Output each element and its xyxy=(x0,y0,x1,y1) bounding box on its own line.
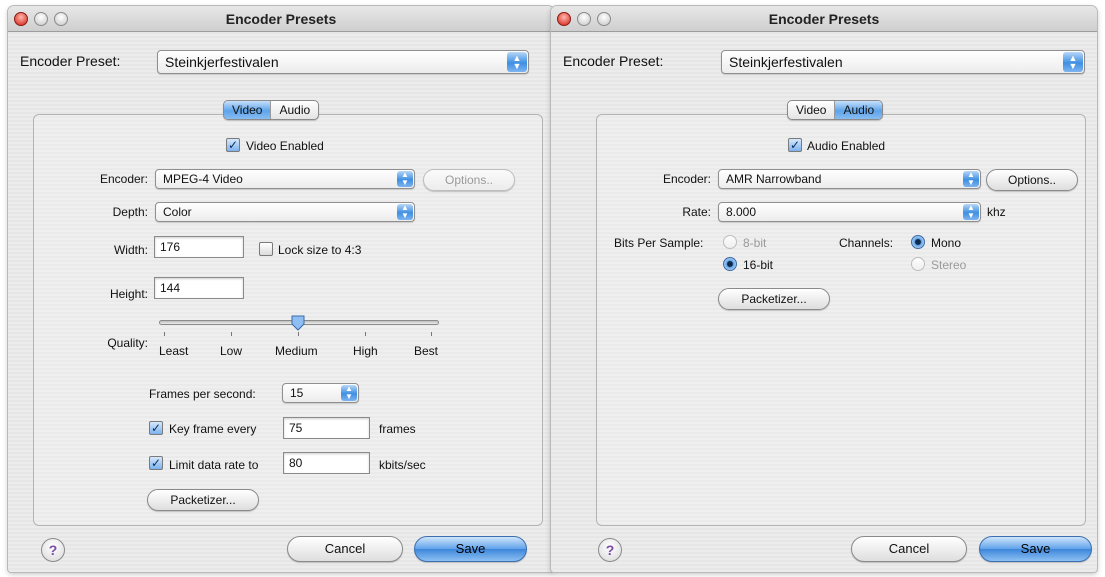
encoder-presets-window-video: Encoder Presets Encoder Preset: Steinkje… xyxy=(8,6,554,572)
audio-options-button[interactable]: Options.. xyxy=(986,169,1078,191)
audio-enabled-label: Audio Enabled xyxy=(807,139,886,153)
popup-arrows-icon: ▲ ▼ xyxy=(341,385,357,401)
zoom-button[interactable] xyxy=(597,12,611,26)
quality-tick xyxy=(298,332,299,336)
popup-arrows-icon: ▲ ▼ xyxy=(507,52,527,72)
encoder-label: Encoder: xyxy=(662,172,711,186)
quality-tick xyxy=(431,332,432,336)
quality-mark-high: High xyxy=(353,344,378,358)
limit-data-rate-field[interactable]: 80 xyxy=(283,452,370,474)
encoder-preset-popup[interactable]: Steinkjerfestivalen ▲ ▼ xyxy=(157,50,529,74)
height-label: Height: xyxy=(109,287,148,301)
limit-data-rate-unit: kbits/sec xyxy=(379,458,426,472)
mono-label: Mono xyxy=(931,236,962,250)
close-button[interactable] xyxy=(557,12,571,26)
quality-mark-medium: Medium xyxy=(275,344,318,358)
lock-size-label: Lock size to 4:3 xyxy=(278,243,362,257)
encoder-preset-value: Steinkjerfestivalen xyxy=(165,54,279,70)
save-button[interactable]: Save xyxy=(979,536,1092,562)
tab-video[interactable]: Video xyxy=(224,101,271,119)
width-field[interactable]: 176 xyxy=(154,236,244,258)
popup-arrows-icon: ▲ ▼ xyxy=(963,171,979,187)
keyframe-field[interactable]: 75 xyxy=(283,417,370,439)
bits-8-radio[interactable] xyxy=(723,235,737,249)
popup-arrows-icon: ▲ ▼ xyxy=(963,204,979,220)
video-encoder-value: MPEG-4 Video xyxy=(163,172,243,186)
mono-radio[interactable] xyxy=(911,235,925,249)
window-title: Encoder Presets xyxy=(225,11,337,27)
cancel-button[interactable]: Cancel xyxy=(851,536,967,562)
encoder-preset-label: Encoder Preset: xyxy=(563,53,664,69)
quality-tick xyxy=(164,332,165,336)
titlebar: Encoder Presets xyxy=(551,6,1097,32)
keyframe-unit: frames xyxy=(379,422,416,436)
window-controls xyxy=(557,12,611,26)
audio-encoder-popup[interactable]: AMR Narrowband ▲ ▼ xyxy=(718,169,981,189)
popup-arrows-icon: ▲ ▼ xyxy=(397,171,413,187)
audio-packetizer-button[interactable]: Packetizer... xyxy=(718,288,830,310)
depth-popup[interactable]: Color ▲ ▼ xyxy=(155,202,415,222)
video-encoder-popup[interactable]: MPEG-4 Video ▲ ▼ xyxy=(155,169,415,189)
bits-16-label: 16-bit xyxy=(743,258,774,272)
fps-popup[interactable]: 15 ▲ ▼ xyxy=(282,383,359,403)
channels-label: Channels: xyxy=(839,236,894,250)
bits-8-label: 8-bit xyxy=(743,236,767,250)
tab-control: Video Audio xyxy=(223,100,320,120)
quality-label: Quality: xyxy=(107,336,148,350)
tab-video[interactable]: Video xyxy=(788,101,834,119)
audio-enabled-checkbox[interactable]: ✓ xyxy=(788,138,802,152)
encoder-label: Encoder: xyxy=(99,172,148,186)
popup-arrows-icon: ▲ ▼ xyxy=(397,204,413,220)
audio-encoder-value: AMR Narrowband xyxy=(726,172,822,186)
encoder-preset-label: Encoder Preset: xyxy=(20,53,121,69)
encoder-presets-window-audio: Encoder Presets Encoder Preset: Steinkje… xyxy=(551,6,1097,572)
depth-value: Color xyxy=(163,205,192,219)
fps-label: Frames per second: xyxy=(149,387,256,401)
height-field[interactable]: 144 xyxy=(154,277,244,299)
quality-tick xyxy=(231,332,232,336)
save-button[interactable]: Save xyxy=(414,536,527,562)
rate-value: 8.000 xyxy=(726,205,757,219)
width-label: Width: xyxy=(113,243,148,257)
rate-unit: khz xyxy=(987,205,1006,219)
video-options-button[interactable]: Options.. xyxy=(423,169,515,191)
quality-tick xyxy=(365,332,366,336)
depth-label: Depth: xyxy=(112,205,148,219)
keyframe-checkbox[interactable]: ✓ xyxy=(149,421,163,435)
tab-control: Video Audio xyxy=(787,100,884,120)
bits-16-radio[interactable] xyxy=(723,257,737,271)
limit-data-rate-label: Limit data rate to xyxy=(169,458,259,472)
video-enabled-checkbox[interactable]: ✓ xyxy=(226,138,240,152)
rate-label: Rate: xyxy=(682,205,711,219)
lock-size-checkbox[interactable] xyxy=(259,242,273,256)
zoom-button[interactable] xyxy=(54,12,68,26)
quality-slider-thumb[interactable] xyxy=(291,315,305,331)
rate-popup[interactable]: 8.000 ▲ ▼ xyxy=(718,202,981,222)
titlebar: Encoder Presets xyxy=(8,6,554,32)
stereo-label: Stereo xyxy=(931,258,967,272)
minimize-button[interactable] xyxy=(34,12,48,26)
fps-value: 15 xyxy=(290,386,304,400)
limit-data-rate-checkbox[interactable]: ✓ xyxy=(149,456,163,470)
cancel-button[interactable]: Cancel xyxy=(287,536,403,562)
video-enabled-label: Video Enabled xyxy=(246,139,324,153)
quality-mark-low: Low xyxy=(220,344,243,358)
tab-audio[interactable]: Audio xyxy=(834,101,883,119)
help-button[interactable]: ? xyxy=(598,538,622,562)
help-button[interactable]: ? xyxy=(41,538,65,562)
stereo-radio[interactable] xyxy=(911,257,925,271)
bits-per-sample-label: Bits Per Sample: xyxy=(614,236,704,250)
window-title: Encoder Presets xyxy=(768,11,880,27)
quality-mark-least: Least xyxy=(159,344,189,358)
encoder-preset-popup[interactable]: Steinkjerfestivalen ▲ ▼ xyxy=(721,50,1085,74)
encoder-preset-value: Steinkjerfestivalen xyxy=(729,54,843,70)
video-packetizer-button[interactable]: Packetizer... xyxy=(147,489,259,511)
popup-arrows-icon: ▲ ▼ xyxy=(1063,52,1083,72)
minimize-button[interactable] xyxy=(577,12,591,26)
window-controls xyxy=(14,12,68,26)
tab-audio[interactable]: Audio xyxy=(270,101,318,119)
close-button[interactable] xyxy=(14,12,28,26)
keyframe-label: Key frame every xyxy=(169,422,257,436)
quality-mark-best: Best xyxy=(414,344,439,358)
